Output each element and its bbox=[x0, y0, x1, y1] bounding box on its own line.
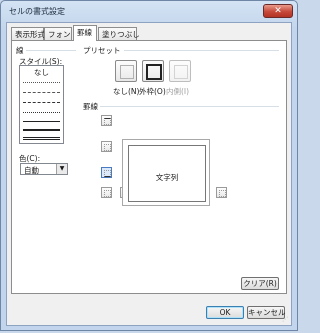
clear-button[interactable]: クリア(R) bbox=[241, 277, 279, 290]
tab-font[interactable]: フォント bbox=[44, 27, 78, 40]
preset-inside-label: 内側(I) bbox=[166, 87, 190, 96]
border-middle-horizontal-button[interactable] bbox=[101, 141, 112, 152]
border-diagonal-down-button[interactable] bbox=[216, 187, 227, 198]
dialog-client-area: 表示形式 フォント 罫線 塗りつぶし 線 スタイル(S): なし 色(C): 自… bbox=[6, 22, 292, 326]
preset-group-divider bbox=[124, 50, 279, 51]
border-bottom-icon bbox=[104, 170, 111, 177]
border-group-divider bbox=[100, 106, 279, 107]
border-diagonal-up-button[interactable] bbox=[101, 187, 112, 198]
preset-none-label[interactable]: なし(N) bbox=[113, 86, 139, 97]
line-style-double-sample[interactable] bbox=[23, 137, 60, 140]
close-button[interactable]: ✕ bbox=[263, 4, 293, 18]
cancel-button[interactable]: キャンセル bbox=[247, 306, 286, 319]
line-group-label: 線 bbox=[16, 46, 24, 55]
border-bottom-button[interactable] bbox=[101, 167, 112, 178]
preset-none-icon bbox=[120, 65, 134, 79]
line-style-dashdot-sample[interactable] bbox=[23, 92, 60, 93]
border-tab-panel: 線 スタイル(S): なし 色(C): 自動 ▼ プリセット なし(N) 外枠(… bbox=[11, 40, 287, 294]
line-style-dot-sample[interactable] bbox=[23, 112, 60, 113]
line-style-medium-sample[interactable] bbox=[23, 129, 60, 131]
line-style-list[interactable]: なし bbox=[19, 65, 64, 144]
dialog-title: セルの書式設定 bbox=[9, 7, 65, 16]
tab-fill[interactable]: 塗りつぶし bbox=[98, 27, 140, 40]
title-bar[interactable]: セルの書式設定 ✕ bbox=[1, 1, 297, 21]
line-color-value: 自動 bbox=[24, 166, 39, 175]
line-group-divider bbox=[26, 50, 76, 51]
line-style-dash-sample[interactable] bbox=[23, 102, 60, 103]
line-style-thin-sample[interactable] bbox=[23, 121, 60, 122]
line-color-select[interactable]: 自動 ▼ bbox=[20, 163, 68, 175]
chevron-down-icon[interactable]: ▼ bbox=[56, 164, 67, 174]
preset-inside-button bbox=[169, 60, 191, 82]
tab-border[interactable]: 罫線 bbox=[73, 25, 97, 41]
border-top-button[interactable] bbox=[101, 115, 112, 126]
border-top-icon bbox=[104, 118, 111, 125]
line-style-dotted-sample[interactable] bbox=[23, 82, 60, 83]
border-preview-cell[interactable]: 文字列 bbox=[128, 145, 206, 202]
border-preview[interactable]: 文字列 bbox=[122, 139, 210, 206]
ok-button[interactable]: OK bbox=[206, 306, 244, 319]
preset-outline-label[interactable]: 外枠(O) bbox=[139, 86, 166, 97]
preset-inside-icon bbox=[174, 65, 188, 79]
preset-outline-icon bbox=[146, 64, 162, 80]
tab-number-format[interactable]: 表示形式 bbox=[11, 27, 45, 40]
preset-none-button[interactable] bbox=[115, 60, 137, 82]
preset-outline-button[interactable] bbox=[142, 60, 164, 82]
resize-grip-icon[interactable]: ⋰ bbox=[282, 316, 290, 324]
border-group-label: 罫線 bbox=[83, 102, 98, 111]
border-preview-text: 文字列 bbox=[155, 173, 179, 182]
diagonal-up-icon bbox=[104, 190, 111, 197]
format-cells-dialog: セルの書式設定 ✕ 表示形式 フォント 罫線 塗りつぶし 線 スタイル(S): … bbox=[0, 0, 298, 331]
preset-group-label: プリセット bbox=[83, 46, 121, 55]
diagonal-down-icon bbox=[219, 190, 226, 197]
border-middle-horizontal-icon bbox=[104, 144, 111, 151]
close-icon: ✕ bbox=[274, 6, 282, 16]
line-style-none[interactable]: なし bbox=[20, 67, 63, 78]
